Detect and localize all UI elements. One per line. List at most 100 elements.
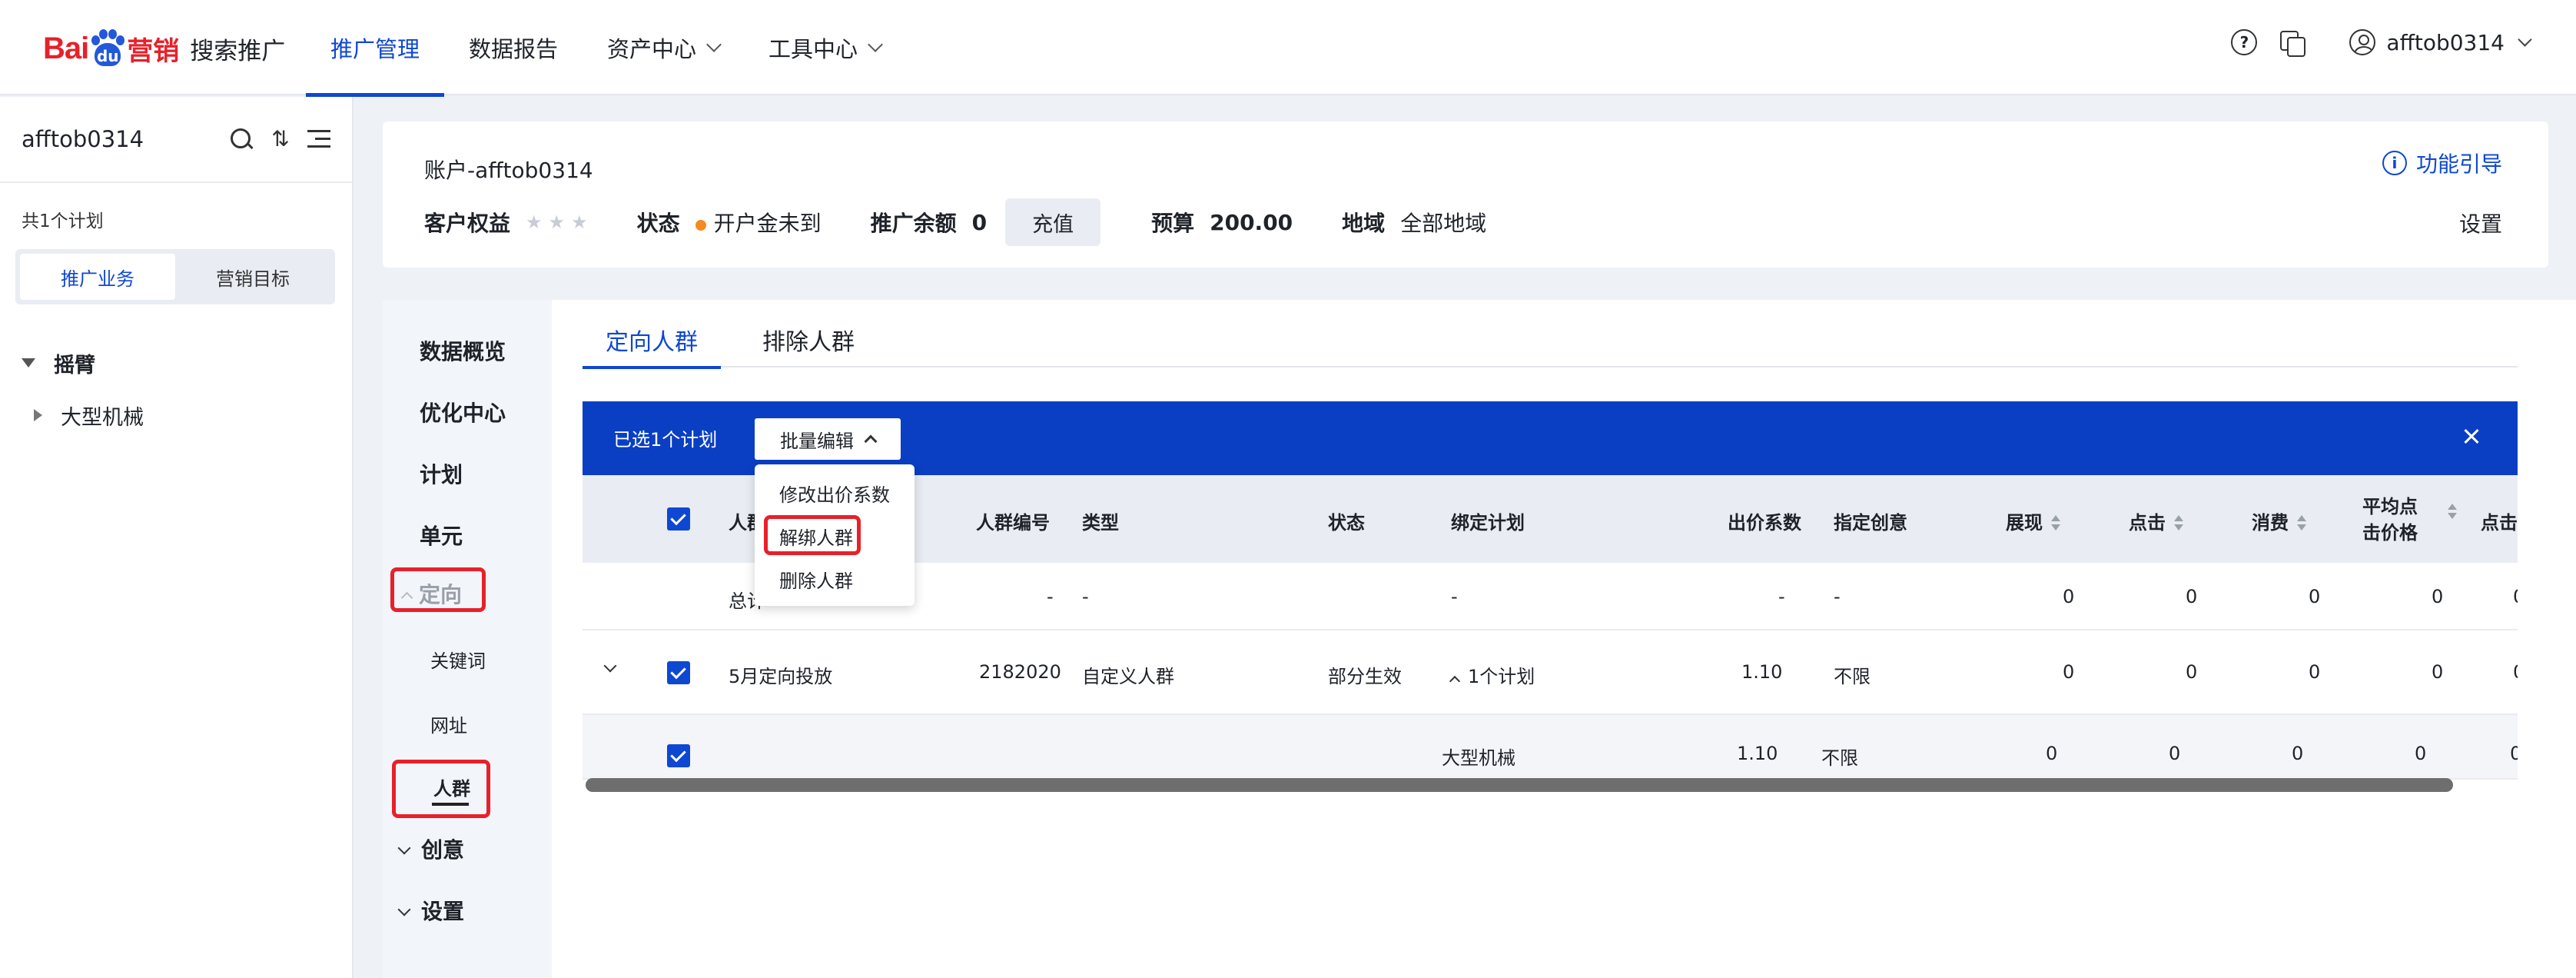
batch-edit-dropdown: 修改出价系数 解绑人群 删除人群 [755, 464, 915, 606]
cell-name[interactable]: 5月定向投放 [729, 661, 832, 688]
cell-plan[interactable]: 1个计划 [1449, 661, 1535, 688]
subnav-plan[interactable]: 计划 [420, 458, 463, 489]
audience-tabs: 定向人群 排除人群 [583, 323, 2518, 369]
rights-label: 客户权益 [424, 211, 511, 236]
col-label: 消费 [2252, 512, 2289, 534]
col-avg-click-price[interactable]: 平均点 击价格 [2362, 494, 2457, 546]
close-icon[interactable] [2456, 421, 2487, 452]
cell-clicks: 0 [2186, 661, 2198, 683]
tree-item-plan[interactable]: 摇臂 [22, 337, 144, 389]
sort-icon[interactable] [2296, 514, 2307, 533]
horizontal-scrollbar[interactable] [583, 777, 2518, 793]
subnav-url[interactable]: 网址 [430, 710, 467, 737]
nav-label: 工具中心 [768, 36, 858, 62]
sort-icon[interactable]: ⇅ [269, 127, 292, 151]
col-impressions[interactable]: 展现 [2006, 507, 2061, 534]
help-icon[interactable]: ? [2231, 29, 2258, 55]
seg-promotion-business[interactable]: 推广业务 [20, 254, 175, 300]
col-status: 状态 [1328, 512, 1365, 534]
cell-bid: - [1778, 586, 1785, 607]
level-nav: 数据概览 优化中心 计划 单元 定向 关键词 网址 人群 创意 设置 [383, 300, 552, 978]
scrollbar-thumb[interactable] [586, 778, 2453, 792]
user-avatar-icon [2349, 29, 2376, 55]
highlight-box-audience [392, 760, 490, 818]
copy-window-icon[interactable] [2279, 29, 2306, 57]
nav-promotion-management[interactable]: 推广管理 [306, 0, 445, 97]
highlight-box-unbind [764, 515, 861, 555]
chevron-down-icon [397, 841, 411, 855]
select-all-checkbox[interactable] [667, 507, 690, 531]
audience-content: 定向人群 排除人群 已选1个计划 批量编辑 人群 人群编号 类型 状态 绑定计划… [583, 300, 2576, 978]
recharge-button[interactable]: 充值 [1005, 198, 1101, 246]
sort-icon[interactable] [2447, 503, 2458, 521]
tree-item-unit[interactable]: 大型机械 [22, 389, 144, 441]
subnav-creative[interactable]: 创意 [397, 833, 465, 864]
cell-type: 自定义人群 [1082, 666, 1174, 687]
baidu-marketing-logo[interactable]: Bai du 营销 搜索推广 [43, 22, 285, 75]
sort-icon[interactable] [2173, 514, 2184, 533]
tab-excluded-audience[interactable]: 排除人群 [739, 323, 878, 368]
subnav-overview[interactable]: 数据概览 [420, 335, 506, 366]
seg-marketing-goal[interactable]: 营销目标 [175, 254, 330, 300]
account-settings-link[interactable]: 设置 [2459, 208, 2502, 238]
user-menu[interactable]: afftob0314 [2349, 29, 2532, 55]
plan-count-label: 1个计划 [1468, 666, 1535, 687]
col-bid-coefficient: 出价系数 [1728, 512, 1801, 534]
expand-chevron-icon[interactable] [603, 659, 617, 673]
main-nav: 推广管理 数据报告 资产中心 工具中心 [306, 0, 905, 97]
star-icon: ★ [548, 211, 566, 233]
tab-targeted-audience[interactable]: 定向人群 [583, 323, 721, 369]
region-label: 地域 [1342, 211, 1386, 236]
cell-type: - [1082, 586, 1089, 607]
highlight-box-targeting [390, 567, 486, 612]
subnav-label: 创意 [421, 837, 465, 863]
baidu-paw-icon: du [90, 29, 125, 68]
col-cost[interactable]: 消费 [2252, 507, 2307, 534]
caret-right-icon[interactable] [34, 409, 42, 421]
nav-label: 资产中心 [607, 36, 697, 62]
chevron-down-icon [868, 37, 883, 52]
sidebar-header: afftob0314 ⇅ [0, 97, 352, 183]
list-collapse-icon[interactable] [307, 128, 330, 150]
cell-impressions: 0 [2063, 586, 2075, 607]
feature-guide-link[interactable]: i 功能引导 [2382, 148, 2502, 178]
nav-asset-center[interactable]: 资产中心 [583, 0, 744, 95]
search-icon[interactable] [229, 127, 254, 151]
cell-plan: 大型机械 [1442, 747, 1515, 769]
balance-value: 0 [971, 209, 988, 235]
cell-bid[interactable]: 1.10 [1737, 743, 1778, 764]
row-checkbox[interactable] [667, 661, 690, 684]
subnav-keywords[interactable]: 关键词 [430, 646, 486, 673]
logo-ying-text: 营销 [127, 35, 180, 67]
caret-down-icon[interactable] [22, 358, 35, 368]
main-content-panel: 数据概览 优化中心 计划 单元 定向 关键词 网址 人群 创意 设置 定向人群 … [383, 300, 2576, 978]
budget-value[interactable]: 200.00 [1210, 210, 1293, 235]
menu-item-delete-audience[interactable]: 删除人群 [779, 566, 853, 593]
region-value[interactable]: 全部地域 [1400, 207, 1486, 238]
sidebar-segment-control: 推广业务 营销目标 [15, 249, 335, 304]
table-row-sub[interactable]: 大型机械 1.10 不限 0 0 0 0 0 [583, 715, 2518, 780]
col-clicks[interactable]: 点击 [2129, 507, 2184, 534]
subnav-optimize-center[interactable]: 优化中心 [420, 397, 506, 427]
row-checkbox[interactable] [667, 744, 690, 767]
subnav-unit[interactable]: 单元 [420, 520, 463, 551]
subnav-label: 设置 [421, 899, 465, 924]
menu-item-modify-bid[interactable]: 修改出价系数 [779, 480, 890, 507]
batch-edit-button[interactable]: 批量编辑 [755, 418, 901, 460]
chevron-down-icon [2518, 32, 2532, 47]
cell-impressions: 0 [2046, 743, 2058, 764]
cell-ctr: 0 [2510, 743, 2518, 764]
nav-label: 数据报告 [469, 36, 559, 62]
status-label: 状态 [636, 211, 680, 236]
cell-clicks: 0 [2169, 743, 2181, 764]
cell-bid[interactable]: 1.10 [1741, 661, 1782, 683]
col-audience-id: 人群编号 [976, 512, 1050, 534]
cell-avg-price: 0 [2415, 743, 2427, 764]
nav-data-report[interactable]: 数据报告 [444, 0, 583, 95]
nav-tool-center[interactable]: 工具中心 [744, 0, 905, 95]
nav-label: 推广管理 [330, 36, 420, 62]
subnav-settings[interactable]: 设置 [397, 895, 465, 926]
logo-bai-text: Bai [43, 31, 89, 65]
table-row[interactable]: 5月定向投放 2182020 自定义人群 部分生效 1个计划 1.10 不限 0… [583, 630, 2518, 715]
sort-icon[interactable] [2050, 514, 2061, 533]
